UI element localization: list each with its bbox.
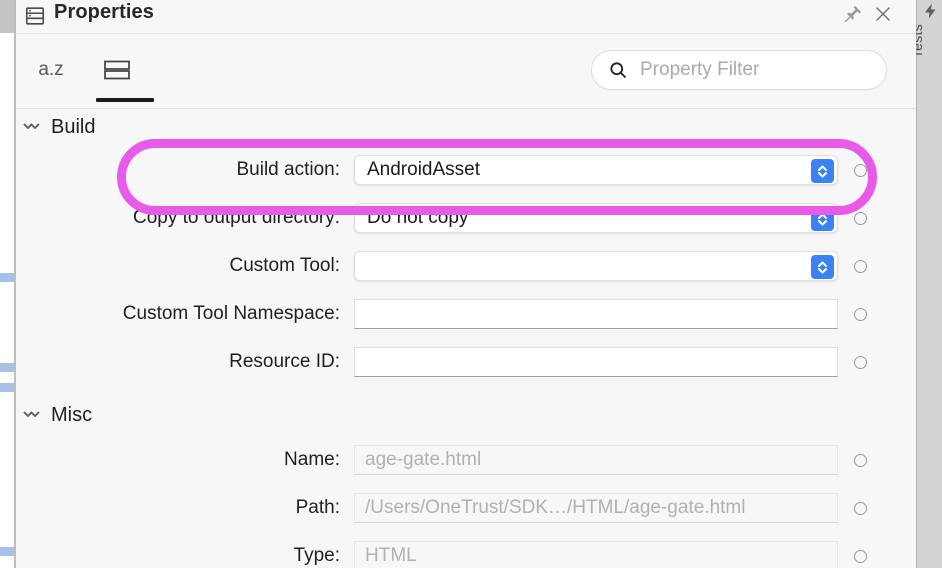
label-path: Path: — [295, 497, 340, 518]
search-input-placeholder: Property Filter — [640, 59, 760, 80]
search-input[interactable]: Property Filter — [591, 50, 887, 90]
chevron-up-down-icon[interactable] — [811, 255, 834, 279]
left-selection-mark — [0, 273, 14, 282]
row-copy-to-output-directory: Copy to output directory: Do not copy — [16, 203, 916, 233]
close-icon[interactable] — [872, 3, 894, 25]
custom-tool-combo[interactable] — [354, 251, 838, 281]
path-field[interactable]: /Users/OneTrust/SDK…/HTML/age-gate.html — [354, 493, 838, 523]
group-label-build: Build — [51, 115, 96, 138]
custom-tool-namespace-field[interactable] — [354, 299, 838, 329]
chevron-collapse-icon — [22, 408, 42, 422]
name-value: age-gate.html — [365, 449, 482, 470]
resource-id-field[interactable] — [354, 347, 838, 377]
properties-toolbar: a.z Property Filter — [16, 33, 916, 109]
lightning-bolt-icon — [922, 2, 940, 22]
copy-to-output-directory-combo[interactable]: Do not copy — [354, 203, 838, 233]
label-build-action: Build action: — [236, 159, 340, 180]
group-label-misc: Misc — [51, 403, 93, 426]
reset-dot-icon[interactable] — [854, 163, 867, 177]
row-build-action: Build action: AndroidAsset — [16, 155, 916, 185]
screen: Tests Properties a.z Property Filter Bui… — [0, 0, 942, 568]
properties-panel: Properties a.z Property Filter Build Bui… — [16, 0, 916, 568]
reset-dot-icon[interactable] — [854, 211, 867, 225]
panel-titlebar: Properties — [16, 0, 916, 33]
left-underlying-column — [0, 33, 14, 568]
type-value: HTML — [365, 545, 417, 566]
right-tool-rail[interactable]: Tests — [909, 0, 942, 568]
properties-list-icon — [24, 5, 46, 27]
path-value: /Users/OneTrust/SDK…/HTML/age-gate.html — [365, 497, 746, 518]
label-custom-tool-namespace: Custom Tool Namespace: — [122, 303, 340, 324]
tab-alphabetical[interactable]: a.z — [24, 46, 78, 94]
reset-dot-icon[interactable] — [854, 549, 867, 563]
pin-icon[interactable] — [842, 3, 864, 25]
copy-to-output-directory-value: Do not copy — [367, 207, 469, 228]
left-selection-mark — [0, 363, 14, 372]
reset-dot-icon[interactable] — [854, 355, 867, 369]
chevron-collapse-icon — [22, 120, 42, 134]
row-custom-tool: Custom Tool: — [16, 251, 916, 281]
tab-active-indicator — [96, 98, 154, 102]
label-name: Name: — [284, 449, 340, 470]
row-resource-id: Resource ID: — [16, 347, 916, 377]
label-type: Type: — [293, 545, 340, 566]
search-icon — [608, 60, 628, 80]
reset-dot-icon[interactable] — [854, 307, 867, 321]
group-header-misc[interactable]: Misc — [22, 403, 92, 427]
tab-categorized[interactable] — [88, 46, 146, 94]
properties-body: Build Build action: AndroidAsset Copy to… — [16, 109, 916, 568]
group-header-build[interactable]: Build — [22, 115, 95, 139]
page-title: Properties — [54, 1, 154, 23]
build-action-value: AndroidAsset — [367, 159, 481, 180]
row-path: Path: /Users/OneTrust/SDK…/HTML/age-gate… — [16, 493, 916, 523]
reset-dot-icon[interactable] — [854, 453, 867, 467]
chevron-up-down-icon[interactable] — [811, 159, 834, 183]
label-resource-id: Resource ID: — [229, 351, 340, 372]
tab-alphabetical-label: a.z — [38, 59, 64, 80]
reset-dot-icon[interactable] — [854, 501, 867, 515]
label-copy-to-output-directory: Copy to output directory: — [133, 207, 340, 228]
left-selection-mark — [0, 383, 14, 392]
label-custom-tool: Custom Tool: — [229, 255, 340, 276]
left-gray-strip — [0, 0, 14, 33]
row-custom-tool-namespace: Custom Tool Namespace: — [16, 299, 916, 329]
reset-dot-icon[interactable] — [854, 259, 867, 273]
chevron-up-down-icon[interactable] — [811, 207, 834, 231]
row-type: Type: HTML — [16, 541, 916, 568]
row-name: Name: age-gate.html — [16, 445, 916, 475]
categorized-list-icon — [103, 59, 131, 81]
type-field[interactable]: HTML — [354, 541, 838, 568]
left-selection-mark — [0, 547, 14, 556]
build-action-combo[interactable]: AndroidAsset — [354, 155, 838, 185]
name-field[interactable]: age-gate.html — [354, 445, 838, 475]
